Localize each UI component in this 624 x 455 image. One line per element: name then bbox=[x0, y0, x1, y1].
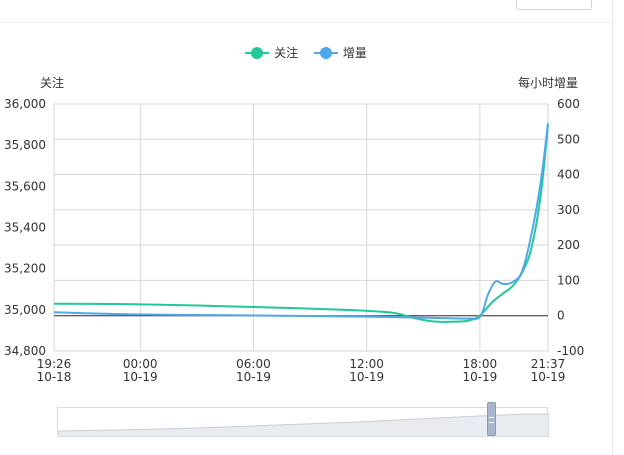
right-tick-label: 200 bbox=[557, 238, 580, 252]
left-tick-label: 35,200 bbox=[4, 262, 46, 276]
right-divider bbox=[612, 0, 613, 455]
x-tick-date: 10-18 bbox=[37, 370, 72, 384]
zoom-handle[interactable] bbox=[487, 402, 496, 436]
left-tick-label: 35,800 bbox=[4, 138, 46, 152]
right-tick-label: 500 bbox=[557, 132, 580, 146]
zoom-preview bbox=[58, 413, 549, 437]
x-tick-date: 10-19 bbox=[531, 370, 566, 384]
right-tick-label: 100 bbox=[557, 273, 580, 287]
left-tick-label: 36,000 bbox=[4, 97, 46, 111]
x-tick-date: 10-19 bbox=[462, 370, 497, 384]
x-tick-time: 06:00 bbox=[236, 357, 271, 371]
zoom-slider[interactable] bbox=[57, 407, 549, 437]
series-line-increment bbox=[53, 123, 549, 320]
left-tick-label: 35,600 bbox=[4, 179, 46, 193]
x-tick-time: 19:26 bbox=[37, 357, 72, 371]
right-tick-label: 600 bbox=[557, 97, 580, 111]
x-tick-time: 12:00 bbox=[349, 357, 384, 371]
x-tick-time: 21:37 bbox=[531, 357, 566, 371]
x-tick-date: 10-19 bbox=[349, 370, 384, 384]
series-line-followers bbox=[53, 124, 549, 323]
right-tick-label: 300 bbox=[557, 203, 580, 217]
chart-canvas: 34,800 35,000 35,200 35,400 35,600 35,800 36,0… bbox=[4, 97, 584, 384]
left-tick-label: 35,400 bbox=[4, 221, 46, 235]
right-tick-label: 400 bbox=[557, 168, 580, 182]
right-tick-label: 0 bbox=[557, 309, 565, 323]
left-tick-label: 34,800 bbox=[4, 344, 46, 358]
right-tick-label: -100 bbox=[557, 344, 584, 358]
x-tick-date: 10-19 bbox=[236, 370, 271, 384]
left-tick-label: 35,000 bbox=[4, 303, 46, 317]
x-tick-time: 00:00 bbox=[123, 357, 158, 371]
x-tick-time: 18:00 bbox=[463, 357, 498, 371]
x-tick-date: 10-19 bbox=[123, 370, 158, 384]
